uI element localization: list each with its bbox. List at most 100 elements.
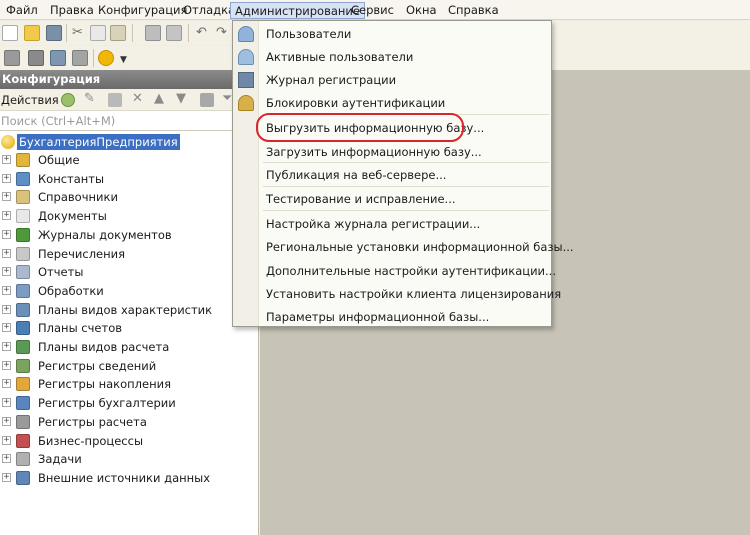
tree-item[interactable]: + Перечисления xyxy=(0,245,259,263)
expand-icon[interactable]: + xyxy=(2,285,11,295)
menu-service[interactable]: Сервис xyxy=(347,2,398,19)
filter-icon[interactable]: ⏷ xyxy=(222,91,232,106)
undo-icon[interactable]: ↶ xyxy=(196,24,207,42)
tree-item[interactable]: + Справочники xyxy=(0,188,259,206)
expand-icon[interactable]: + xyxy=(2,304,11,314)
menu-item[interactable]: Тестирование и исправление... xyxy=(259,188,551,210)
update-config-icon[interactable] xyxy=(50,50,66,66)
expand-icon[interactable]: + xyxy=(2,435,11,445)
copy-icon[interactable] xyxy=(90,25,106,41)
delete-icon[interactable]: ✕ xyxy=(132,91,143,106)
tree-item[interactable]: + Журналы документов xyxy=(0,226,259,244)
menu-item-label: Установить настройки клиента лицензирова… xyxy=(266,287,562,301)
search-bar xyxy=(0,112,259,131)
save-icon[interactable] xyxy=(46,25,62,41)
actions-menu-button[interactable]: Действия ▾ xyxy=(1,93,68,107)
redo-icon[interactable]: ↷ xyxy=(216,24,227,42)
accumulation-registers-icon xyxy=(16,377,30,392)
menu-windows[interactable]: Окна xyxy=(402,2,441,19)
edit-icon[interactable]: ✎ xyxy=(84,91,95,106)
menu-administration[interactable]: Администрирование xyxy=(230,2,365,19)
constants-icon xyxy=(16,171,30,186)
print-icon[interactable] xyxy=(145,25,161,41)
menu-item[interactable]: Установить настройки клиента лицензирова… xyxy=(259,283,561,305)
tree-root[interactable]: БухгалтерияПредприятия xyxy=(0,133,259,151)
menu-item[interactable]: Дополнительные настройки аутентификации.… xyxy=(259,260,556,282)
menu-item[interactable]: Загрузить информационную базу... xyxy=(259,141,551,163)
menu-item[interactable]: Журнал регистрации xyxy=(259,69,551,91)
panel-title: Конфигурация xyxy=(0,70,259,89)
tree-item[interactable]: + Константы xyxy=(0,170,259,188)
copy-item-icon[interactable] xyxy=(108,93,122,107)
tree-item-label: Перечисления xyxy=(38,246,126,261)
menu-configuration[interactable]: Конфигурация xyxy=(94,2,191,19)
menu-item[interactable]: Настройка журнала регистрации... xyxy=(259,213,551,235)
event-log-icon xyxy=(238,72,254,88)
users-icon xyxy=(238,26,254,42)
expand-icon[interactable]: + xyxy=(2,342,11,351)
menu-item[interactable]: Публикация на веб-сервере... xyxy=(259,164,551,186)
menu-item-label: Публикация на веб-сервере... xyxy=(266,168,447,182)
tasks-icon xyxy=(16,452,30,467)
tree-item[interactable]: + Бизнес-процессы xyxy=(0,432,259,450)
expand-icon[interactable]: + xyxy=(2,192,11,202)
new-document-icon[interactable] xyxy=(2,25,18,41)
expand-icon[interactable]: + xyxy=(2,379,11,389)
cut-icon[interactable]: ✂ xyxy=(72,24,83,42)
open-folder-icon[interactable] xyxy=(24,25,40,41)
expand-icon[interactable]: + xyxy=(2,416,11,426)
menu-item[interactable]: Региональные установки информационной ба… xyxy=(259,236,574,258)
tree-item[interactable]: + Планы счетов xyxy=(0,319,259,337)
tree-item[interactable]: + Задачи xyxy=(0,450,259,468)
menu-help[interactable]: Справка xyxy=(444,2,503,19)
tree-item[interactable]: + Регистры бухгалтерии xyxy=(0,394,259,412)
expand-icon[interactable]: + xyxy=(2,211,11,221)
tree-item-label: Внешние источники данных xyxy=(38,470,211,485)
tree-item-label: Отчеты xyxy=(38,265,84,280)
tree-item[interactable]: + Планы видов характеристик xyxy=(0,301,259,319)
tree-item-label: Общие xyxy=(38,153,80,167)
expand-icon[interactable]: + xyxy=(2,398,11,408)
menu-item-label: Пользователи xyxy=(266,27,352,41)
expand-icon[interactable]: + xyxy=(2,454,11,464)
tree-item[interactable]: + Регистры сведений xyxy=(0,357,259,375)
menu-edit[interactable]: Правка xyxy=(46,2,98,19)
menu-item[interactable]: Блокировки аутентификации xyxy=(259,92,551,114)
expand-icon[interactable]: + xyxy=(2,173,11,183)
tree-item[interactable]: + Регистры накопления xyxy=(0,375,259,393)
expand-icon[interactable]: + xyxy=(2,229,11,239)
expand-icon[interactable]: + xyxy=(2,360,11,370)
add-icon[interactable] xyxy=(61,93,75,107)
expand-icon[interactable]: + xyxy=(2,472,11,482)
tree-item[interactable]: + Регистры расчета xyxy=(0,413,259,431)
expand-icon[interactable]: + xyxy=(2,267,11,277)
chevron-down-icon[interactable]: ▼ xyxy=(120,55,127,65)
tree-item[interactable]: + Документы xyxy=(0,207,259,225)
database-icon[interactable] xyxy=(28,50,44,66)
menu-item[interactable]: Параметры информационной базы... xyxy=(259,306,551,328)
preview-icon[interactable] xyxy=(166,25,182,41)
expand-icon[interactable]: + xyxy=(2,155,11,164)
search-input[interactable] xyxy=(0,112,250,130)
external-data-sources-icon xyxy=(16,470,30,485)
tree-item[interactable]: + Общие xyxy=(0,151,259,169)
menu-item[interactable]: Пользователи xyxy=(259,23,551,45)
compare-icon[interactable] xyxy=(72,50,88,66)
tree-item[interactable]: + Отчеты xyxy=(0,263,259,281)
sort-icon[interactable] xyxy=(200,93,214,107)
tree-item[interactable]: + Планы видов расчета xyxy=(0,338,259,356)
tree-item-label: Регистры расчета xyxy=(38,414,147,429)
menu-icon-gutter xyxy=(233,21,259,326)
tree-item[interactable]: + Внешние источники данных xyxy=(0,469,259,487)
paste-icon[interactable] xyxy=(110,25,126,41)
menu-file[interactable]: Файл xyxy=(2,2,42,19)
move-down-icon[interactable]: ▼ xyxy=(176,91,186,106)
expand-icon[interactable]: + xyxy=(2,323,11,333)
tree-item-label: Планы видов расчета xyxy=(38,340,170,354)
tree-item[interactable]: + Обработки xyxy=(0,282,259,300)
menu-item[interactable]: Активные пользователи xyxy=(259,46,551,68)
config-window-icon[interactable] xyxy=(4,50,20,66)
expand-icon[interactable]: + xyxy=(2,248,11,258)
run-debug-icon[interactable] xyxy=(98,50,114,66)
move-up-icon[interactable]: ▲ xyxy=(154,91,164,106)
